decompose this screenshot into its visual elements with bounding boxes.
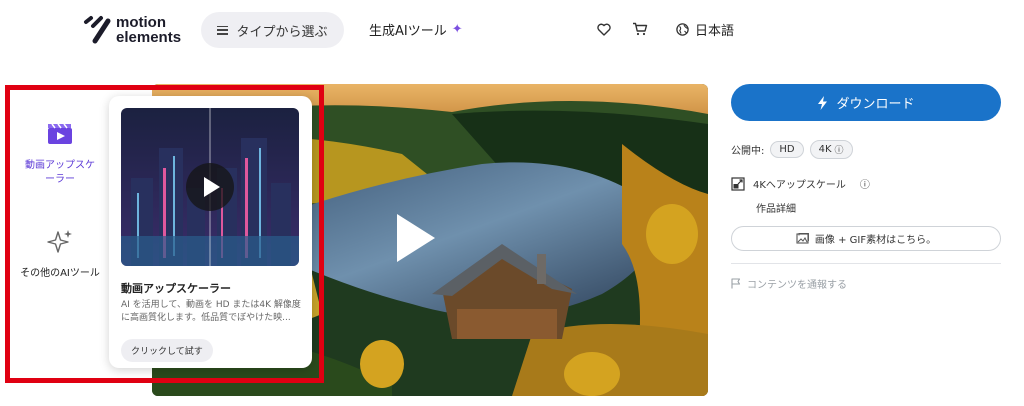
gen-ai-tools-link[interactable]: 生成AIツール ✦ — [369, 20, 463, 39]
globe-icon — [676, 23, 689, 36]
try-it-button[interactable]: クリックして試す — [121, 339, 213, 362]
gen-ai-tools-label: 生成AIツール — [369, 24, 447, 39]
item-details-link[interactable]: 作品詳細 — [756, 200, 796, 215]
lightning-icon — [818, 95, 828, 110]
upscale-label: 4Kへアップスケール — [753, 180, 846, 191]
flag-icon — [731, 278, 741, 289]
published-label: 公開中: — [731, 146, 765, 157]
sparkles-icon — [0, 229, 120, 255]
image-gif-assets-label: 画像 + GIF素材はこちら。 — [814, 235, 937, 246]
brand-logo[interactable]: motion elements — [82, 12, 182, 48]
language-selector[interactable]: 日本語 — [676, 20, 734, 39]
card-description: AI を活用して、動画を HD または4K 解像度に高画質化します。低品質でぼや… — [121, 300, 301, 323]
report-content-link[interactable]: コンテンツを通報する — [731, 276, 847, 291]
logo-text: motion elements — [116, 14, 182, 46]
card-title: 動画アップスケーラー — [121, 282, 231, 295]
download-button[interactable]: ダウンロード — [731, 84, 1001, 121]
heart-icon[interactable] — [594, 19, 614, 39]
browse-by-type-label: タイプから選ぶ — [236, 24, 328, 40]
info-icon: ⓘ — [834, 146, 844, 156]
report-content-label: コンテンツを通報する — [747, 280, 847, 291]
sparkle-icon: ✦ — [451, 22, 463, 37]
upscale-to-4k-option[interactable]: 4Kへアップスケール ⓘ — [731, 176, 870, 191]
video-upscaler-card: 動画アップスケーラー AI を活用して、動画を HD または4K 解像度に高画質… — [109, 96, 312, 368]
upscale-icon — [731, 176, 745, 191]
language-label: 日本語 — [695, 24, 735, 39]
cart-icon[interactable] — [630, 19, 650, 39]
ai-tool-video-upscaler[interactable]: 動画アップスケーラー — [0, 121, 120, 187]
ai-tools-sidebar: 動画アップスケーラー その他のAIツール — [0, 84, 120, 406]
menu-icon — [217, 25, 229, 35]
logo-mark-icon — [82, 13, 112, 47]
download-label: ダウンロード — [836, 97, 915, 112]
info-icon[interactable]: ⓘ — [860, 176, 870, 191]
format-badge-hd: HD — [770, 141, 804, 158]
video-play-icon[interactable] — [397, 214, 435, 262]
upscaler-preview-thumbnail[interactable] — [121, 108, 299, 266]
browse-by-type-button[interactable]: タイプから選ぶ — [201, 12, 344, 48]
divider — [731, 263, 1001, 264]
ai-tool-video-upscaler-label: 動画アップスケーラー — [25, 160, 95, 185]
card-play-button[interactable] — [186, 163, 234, 211]
image-gif-assets-button[interactable]: 画像 + GIF素材はこちら。 — [731, 226, 1001, 251]
ai-tool-others-label: その他のAIツール — [20, 268, 100, 279]
format-badge-4k[interactable]: 4K ⓘ — [809, 140, 853, 159]
clapperboard-icon — [0, 121, 120, 145]
image-icon — [796, 233, 809, 244]
ai-tool-others[interactable]: その他のAIツール — [0, 229, 120, 281]
published-formats: 公開中: HD 4K ⓘ — [731, 140, 853, 159]
play-icon — [204, 177, 220, 197]
